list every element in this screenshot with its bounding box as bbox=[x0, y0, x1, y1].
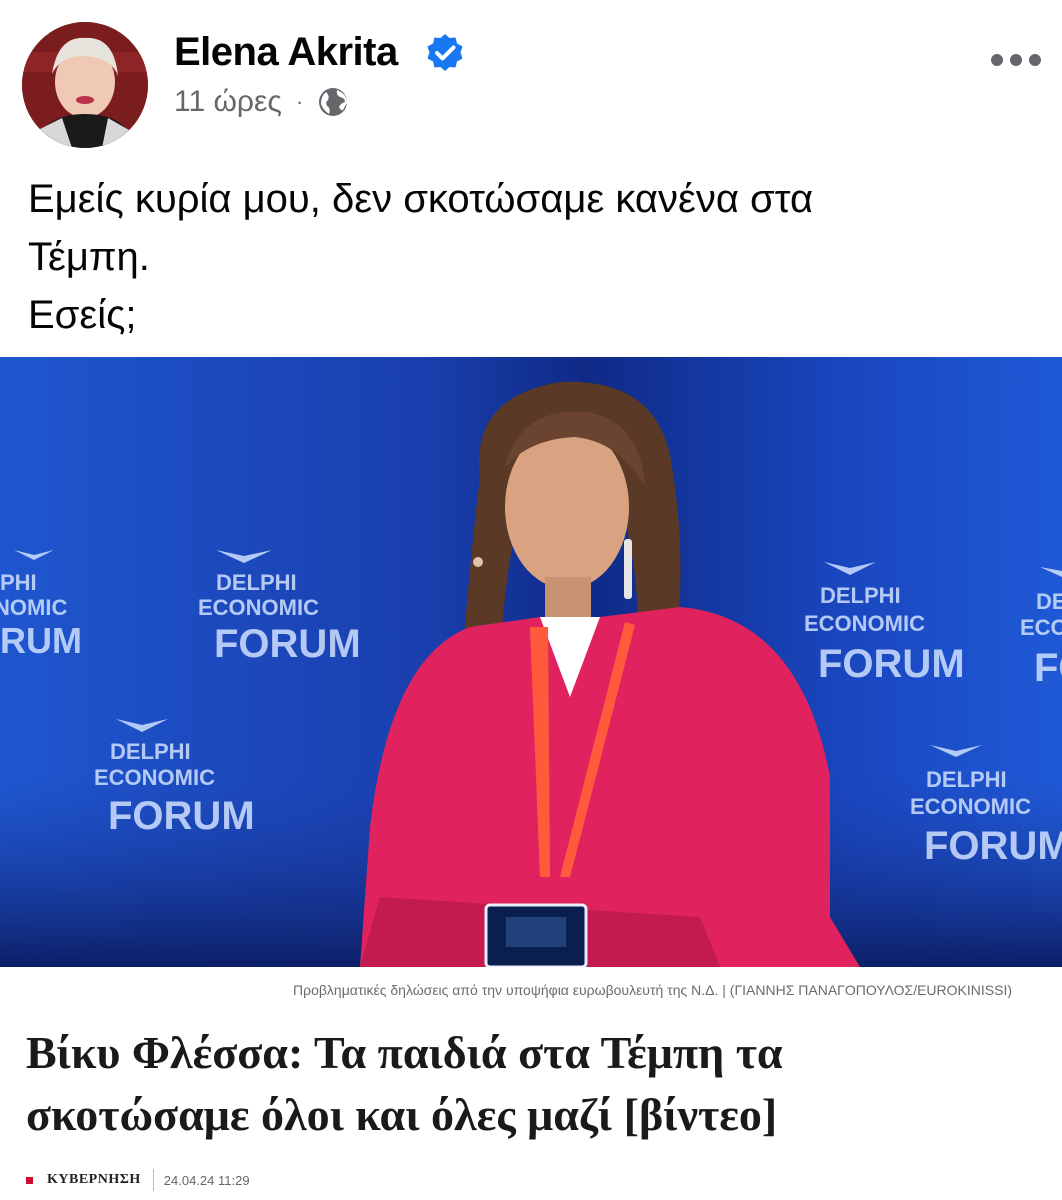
article-category[interactable]: ΚΥΒΕΡΝΗΣΗ bbox=[47, 1172, 141, 1188]
author-avatar[interactable] bbox=[22, 22, 148, 148]
svg-text:ECONOMIC: ECONOMIC bbox=[198, 595, 319, 620]
post-text-line: Τέμπη. bbox=[28, 235, 150, 279]
photo-caption: Προβληματικές δηλώσεις από την υποψήφια … bbox=[0, 967, 1062, 1007]
svg-text:NOMIC: NOMIC bbox=[0, 595, 67, 620]
svg-text:RUM: RUM bbox=[0, 620, 82, 661]
svg-text:FORUM: FORUM bbox=[108, 794, 255, 838]
caption-text: Προβληματικές δηλώσεις από την υποψήφια … bbox=[293, 982, 1012, 998]
post-time[interactable]: 11 ώρες bbox=[174, 85, 282, 119]
svg-text:DELPHI: DELPHI bbox=[110, 739, 191, 764]
article-meta: ΚΥΒΕΡΝΗΣΗ 24.04.24 11:29 bbox=[26, 1166, 250, 1194]
author-name[interactable]: Elena Akrita bbox=[174, 30, 398, 75]
category-square-icon bbox=[26, 1176, 33, 1184]
svg-text:FORUM: FORUM bbox=[924, 824, 1062, 868]
meta-divider bbox=[152, 1169, 154, 1191]
svg-text:DELPHI: DELPHI bbox=[820, 583, 901, 608]
svg-text:ECONOMIC: ECONOMIC bbox=[94, 765, 215, 790]
meta-separator: · bbox=[295, 89, 304, 114]
article-headline[interactable]: Βίκυ Φλέσσα: Τα παιδιά στα Τέμπη τα σκοτ… bbox=[26, 1022, 1036, 1146]
article-datetime: 24.04.24 11:29 bbox=[163, 1172, 250, 1188]
headline-line: Βίκυ Φλέσσα: Τα παιδιά στα Τέμπη τα bbox=[26, 1027, 783, 1078]
post-meta: 11 ώρες · bbox=[174, 84, 349, 120]
svg-text:FO: FO bbox=[1034, 646, 1062, 690]
svg-text:PHI: PHI bbox=[0, 570, 37, 595]
svg-text:FORUM: FORUM bbox=[214, 622, 361, 666]
post-text: Εμείς κυρία μου, δεν σκοτώσαμε κανένα στ… bbox=[28, 170, 1028, 344]
verified-badge-icon bbox=[427, 34, 463, 71]
svg-text:DELPHI: DELPHI bbox=[926, 767, 1007, 792]
svg-text:FORUM: FORUM bbox=[818, 642, 965, 686]
svg-text:ECONOMIC: ECONOMIC bbox=[804, 611, 925, 636]
more-options-icon[interactable] bbox=[990, 50, 1042, 70]
svg-text:DEL: DEL bbox=[1036, 589, 1062, 614]
svg-text:ECONOMIC: ECONOMIC bbox=[910, 794, 1031, 819]
headline-line: σκοτώσαμε όλοι και όλες μαζί [βίντεο] bbox=[26, 1089, 778, 1140]
article-photo[interactable]: PHI NOMIC RUM DELPHI ECONOMIC FORUM DELP… bbox=[0, 357, 1062, 967]
post-text-line: Εμείς κυρία μου, δεν σκοτώσαμε κανένα στ… bbox=[28, 177, 814, 221]
svg-text:ECON: ECON bbox=[1020, 615, 1062, 640]
svg-text:DELPHI: DELPHI bbox=[216, 570, 297, 595]
post-text-line: Εσείς; bbox=[28, 293, 137, 337]
post-header: Elena Akrita 11 ώρες · bbox=[0, 0, 1062, 150]
globe-icon[interactable] bbox=[317, 86, 349, 118]
